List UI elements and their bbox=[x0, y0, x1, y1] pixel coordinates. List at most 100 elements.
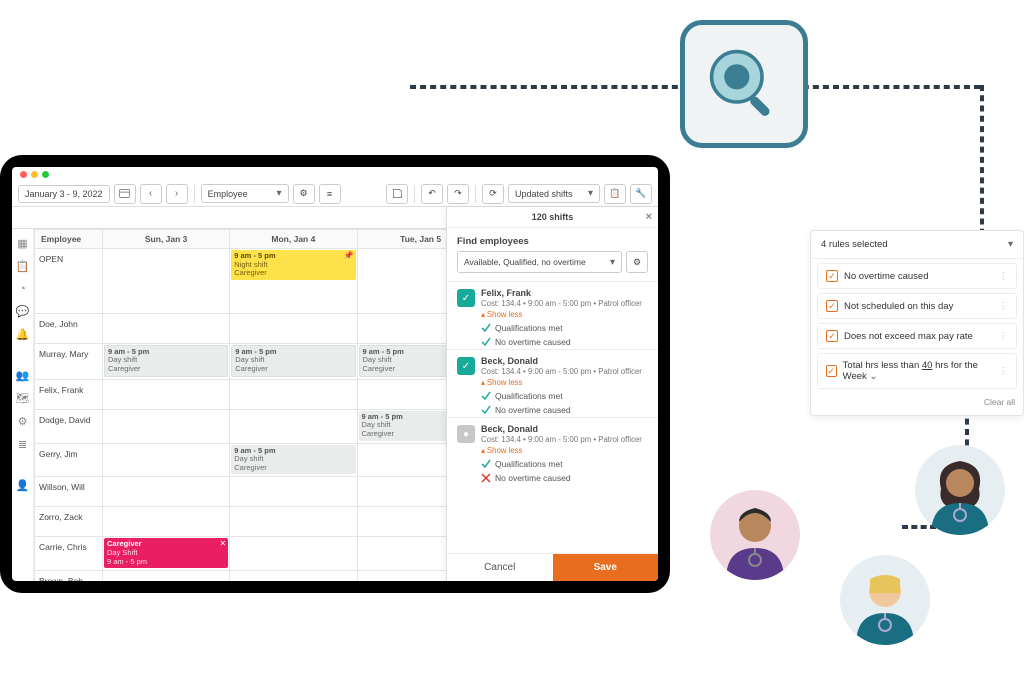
employee-name: Beck, Donald bbox=[481, 424, 642, 434]
settings-button[interactable]: ⚙ bbox=[293, 184, 315, 204]
sliders-button[interactable]: ≡ bbox=[319, 184, 341, 204]
top-toolbar: January 3 - 9, 2022 ‹ › Employee ▾ ⚙ ≡ ↶… bbox=[12, 181, 658, 207]
chart-icon[interactable]: ◔ bbox=[19, 283, 26, 295]
checkbox-icon[interactable]: ✓ bbox=[826, 365, 837, 377]
users-icon[interactable]: 👥 bbox=[16, 369, 30, 382]
rules-filter-card: 4 rules selected ▾ ✓No overtime caused⋮ … bbox=[810, 230, 1024, 416]
rule-label: Total hrs less than 40 hrs for the Week … bbox=[843, 360, 993, 382]
more-icon[interactable]: ⋮ bbox=[999, 331, 1009, 342]
undo-button[interactable]: ↶ bbox=[421, 184, 443, 204]
employee-result[interactable]: ● Beck, Donald Cost: 134.4 • 9:00 am - 5… bbox=[447, 417, 658, 485]
rule-item[interactable]: ✓ No overtime caused ⋮ bbox=[817, 263, 1017, 289]
minimize-icon[interactable] bbox=[31, 171, 38, 178]
shift-card[interactable]: 9 am - 5 pmDay shiftCaregiver bbox=[231, 345, 355, 377]
rules-count-label: 4 rules selected bbox=[821, 239, 888, 250]
redo-button[interactable]: ↷ bbox=[447, 184, 469, 204]
shift-card[interactable]: 9 am - 5 pmDay shiftCaregiver bbox=[104, 345, 228, 377]
chat-icon[interactable]: 💬 bbox=[16, 305, 30, 318]
more-icon[interactable]: ⋮ bbox=[999, 271, 1009, 282]
left-icon-rail: ▦ 📋 ◔ 💬 🔔 👥 🗺 ⚙ ≣ 👤 bbox=[12, 229, 34, 581]
prev-button[interactable]: ‹ bbox=[140, 184, 162, 204]
overtime-row: No overtime caused bbox=[447, 403, 658, 417]
show-less-link[interactable]: ▴ Show less bbox=[481, 446, 642, 455]
filter-select[interactable]: Available, Qualified, no overtime ▾ bbox=[457, 251, 622, 273]
calendar-button[interactable] bbox=[114, 184, 136, 204]
shift-card[interactable]: 📌9 am - 5 pmNight shiftCaregiver bbox=[231, 250, 355, 280]
employee-name: Felix, Frank bbox=[481, 288, 642, 298]
shift-card[interactable]: ✕CaregiverDay Shift9 am - 5 pm bbox=[104, 538, 228, 568]
updated-label: Updated shifts bbox=[515, 189, 573, 199]
check-badge-icon: ✓ bbox=[457, 289, 475, 307]
neutral-badge-icon: ● bbox=[457, 425, 475, 443]
chevron-down-icon: ▾ bbox=[588, 188, 593, 199]
updated-shifts-select[interactable]: Updated shifts ▾ bbox=[508, 184, 600, 203]
col-mon: Mon, Jan 4 bbox=[230, 230, 357, 249]
cancel-button[interactable]: Cancel bbox=[447, 554, 553, 581]
user-icon[interactable]: 👤 bbox=[16, 479, 30, 492]
employee-name: Beck, Donald bbox=[481, 356, 642, 366]
date-range-label: January 3 - 9, 2022 bbox=[25, 189, 103, 199]
row-label: Doe, John bbox=[35, 313, 103, 343]
row-label: Carrie, Chris bbox=[35, 537, 103, 571]
show-less-link[interactable]: ▴ Show less bbox=[481, 310, 642, 319]
qualification-row: Qualifications met bbox=[447, 321, 658, 335]
tablet-frame: January 3 - 9, 2022 ‹ › Employee ▾ ⚙ ≡ ↶… bbox=[0, 155, 670, 593]
rule-item[interactable]: ✓ Not scheduled on this day ⋮ bbox=[817, 293, 1017, 319]
next-button[interactable]: › bbox=[166, 184, 188, 204]
more-icon[interactable]: ⋮ bbox=[999, 301, 1009, 312]
col-sun: Sun, Jan 3 bbox=[103, 230, 230, 249]
grid-icon[interactable]: ▦ bbox=[17, 237, 27, 250]
employee-meta: Cost: 134.4 • 9:00 am - 5:00 pm • Patrol… bbox=[481, 367, 642, 376]
clear-all-link[interactable]: Clear all bbox=[811, 393, 1023, 415]
clipboard-icon[interactable]: 📋 bbox=[16, 260, 30, 273]
find-employees-panel: 120 shifts × Find employees Available, Q… bbox=[446, 207, 658, 581]
rule-item[interactable]: ✓ Does not exceed max pay rate ⋮ bbox=[817, 323, 1017, 349]
more-icon[interactable]: ⋮ bbox=[999, 366, 1009, 377]
row-label: Felix, Frank bbox=[35, 379, 103, 409]
chevron-down-icon: ▾ bbox=[1008, 239, 1013, 250]
panel-header: 120 shifts × bbox=[447, 207, 658, 228]
filter-value: Available, Qualified, no overtime bbox=[464, 257, 586, 267]
checkbox-icon[interactable]: ✓ bbox=[826, 330, 838, 342]
rules-header[interactable]: 4 rules selected ▾ bbox=[811, 231, 1023, 259]
checkbox-icon[interactable]: ✓ bbox=[826, 300, 838, 312]
row-label: Murray, Mary bbox=[35, 343, 103, 379]
row-label: OPEN bbox=[35, 249, 103, 314]
unassign-icon[interactable]: ✕ bbox=[220, 539, 227, 548]
tools-button[interactable]: 🔧 bbox=[630, 184, 652, 204]
map-icon[interactable]: 🗺 bbox=[16, 392, 30, 405]
chevron-down-icon: ▾ bbox=[610, 257, 615, 268]
close-icon[interactable]: × bbox=[646, 211, 652, 223]
qualification-row: Qualifications met bbox=[447, 457, 658, 471]
shift-card[interactable]: 9 am - 5 pmDay shiftCaregiver bbox=[231, 445, 355, 475]
filter-settings-button[interactable]: ⚙ bbox=[626, 251, 648, 273]
employee-meta: Cost: 134.4 • 9:00 am - 5:00 pm • Patrol… bbox=[481, 299, 642, 308]
rule-item[interactable]: ✓ Total hrs less than 40 hrs for the Wee… bbox=[817, 353, 1017, 389]
close-icon[interactable] bbox=[20, 171, 27, 178]
check-badge-icon: ✓ bbox=[457, 357, 475, 375]
qualification-row: Qualifications met bbox=[447, 389, 658, 403]
save-button[interactable] bbox=[386, 184, 408, 204]
rule-label: No overtime caused bbox=[844, 271, 928, 282]
row-label: Gerry, Jim bbox=[35, 443, 103, 477]
refresh-button[interactable]: ⟳ bbox=[482, 184, 504, 204]
list-icon[interactable]: ≣ bbox=[18, 438, 27, 451]
employee-meta: Cost: 134.4 • 9:00 am - 5:00 pm • Patrol… bbox=[481, 435, 642, 444]
show-less-link[interactable]: ▴ Show less bbox=[481, 378, 642, 387]
bell-icon[interactable]: 🔔 bbox=[16, 328, 30, 341]
row-label: Brown, Bob bbox=[35, 571, 103, 581]
employee-result[interactable]: ✓ Felix, Frank Cost: 134.4 • 9:00 am - 5… bbox=[447, 281, 658, 349]
date-range-picker[interactable]: January 3 - 9, 2022 bbox=[18, 185, 110, 203]
avatar bbox=[710, 490, 800, 580]
save-button[interactable]: Save bbox=[553, 554, 659, 581]
gear-icon[interactable]: ⚙ bbox=[18, 415, 28, 428]
rule-label: Not scheduled on this day bbox=[844, 301, 953, 312]
grouping-select[interactable]: Employee ▾ bbox=[201, 184, 289, 203]
rule-label: Does not exceed max pay rate bbox=[844, 331, 973, 342]
col-employee: Employee bbox=[35, 230, 103, 249]
checkbox-icon[interactable]: ✓ bbox=[826, 270, 838, 282]
maximize-icon[interactable] bbox=[42, 171, 49, 178]
avatar bbox=[840, 555, 930, 645]
clipboard-button[interactable]: 📋 bbox=[604, 184, 626, 204]
employee-result[interactable]: ✓ Beck, Donald Cost: 134.4 • 9:00 am - 5… bbox=[447, 349, 658, 417]
